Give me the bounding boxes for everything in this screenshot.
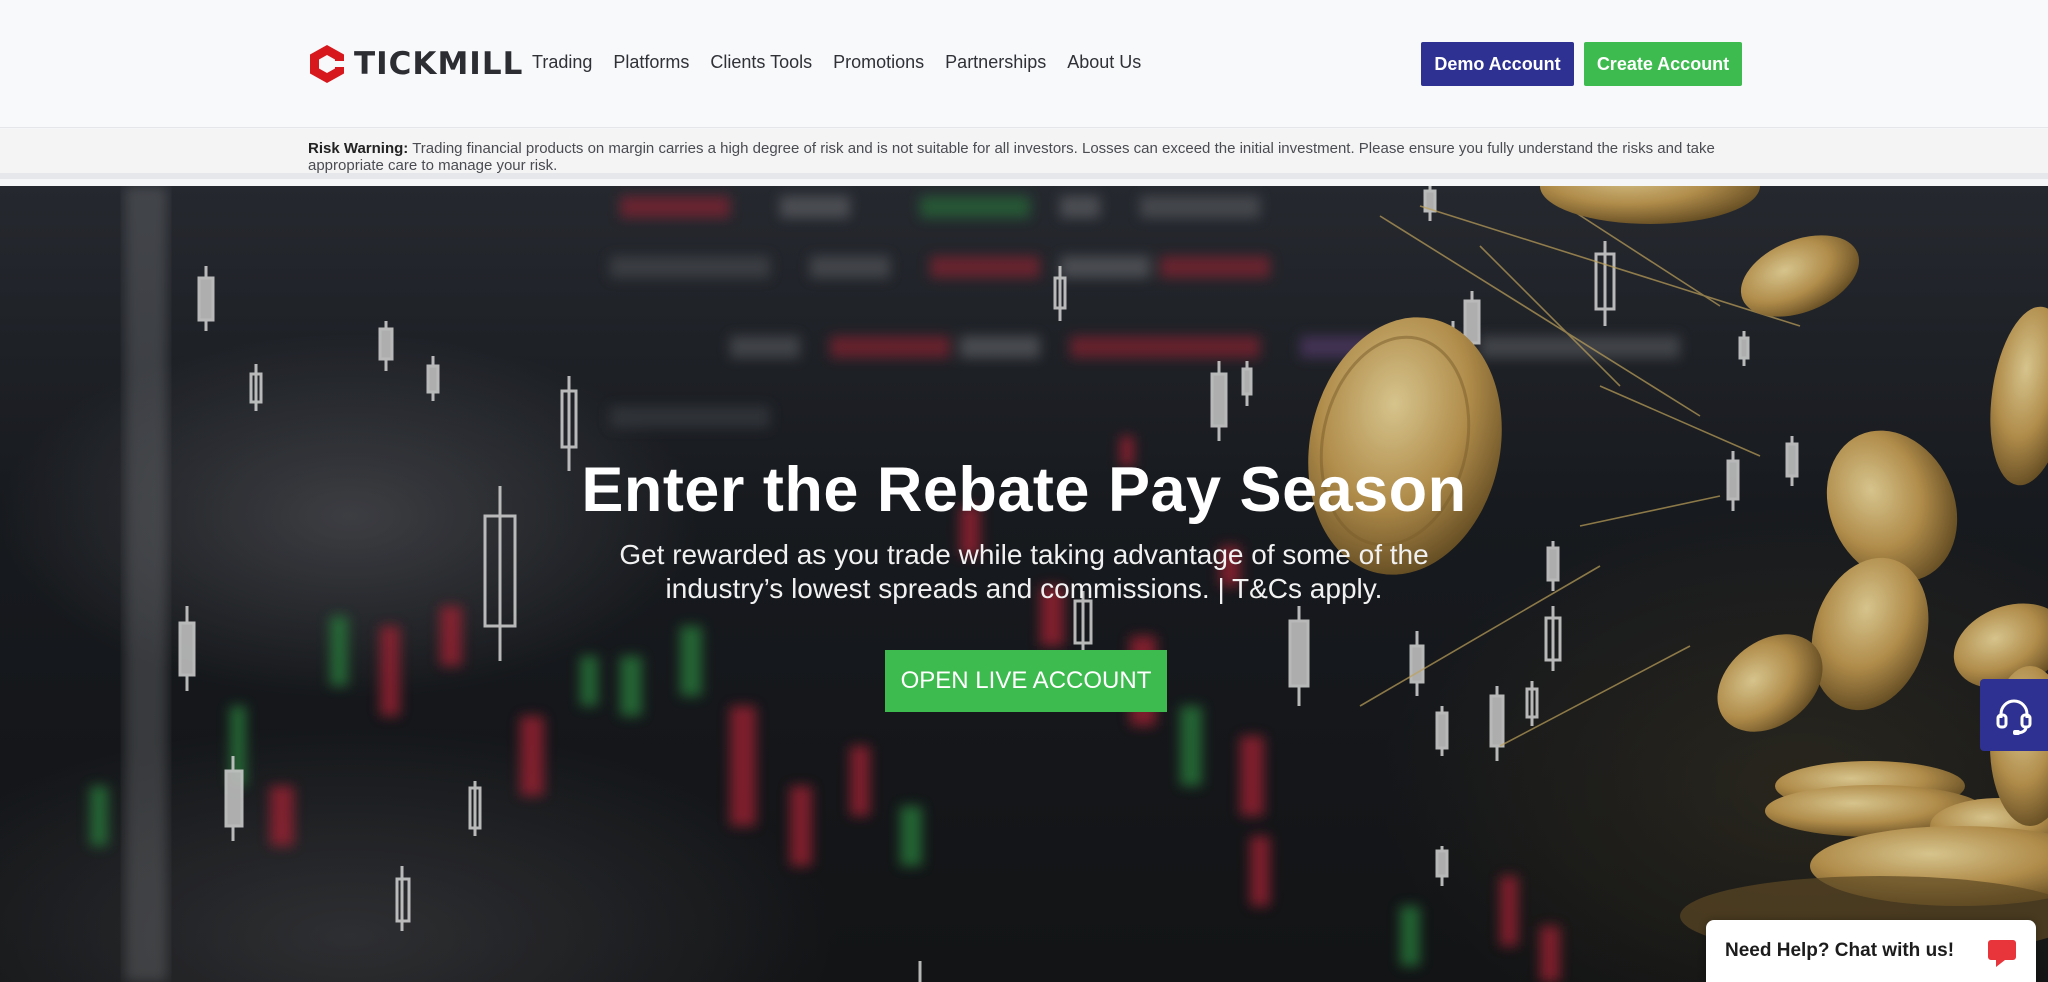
- help-sidebar-button[interactable]: [1980, 679, 2048, 751]
- nav-about-us[interactable]: About Us: [1067, 52, 1141, 73]
- nav-promotions[interactable]: Promotions: [833, 52, 924, 73]
- hero-subtitle: Get rewarded as you trade while taking a…: [619, 539, 1429, 604]
- demo-account-button[interactable]: Demo Account: [1421, 42, 1574, 86]
- tickmill-logo[interactable]: TICKMILL: [308, 44, 523, 84]
- risk-warning: Risk Warning: Trading financial products…: [308, 140, 1748, 174]
- nav-platforms[interactable]: Platforms: [613, 52, 689, 73]
- tickmill-logo-icon: [310, 45, 344, 83]
- hero-title: Enter the Rebate Pay Season: [581, 455, 1467, 525]
- chat-bubble-icon: [1988, 940, 2016, 967]
- open-live-account-button[interactable]: OPEN LIVE ACCOUNT: [885, 650, 1167, 712]
- risk-warning-bar: Risk Warning: Trading financial products…: [0, 129, 2048, 179]
- hero-banner: Enter the Rebate Pay Season Get rewarded…: [0, 186, 2048, 982]
- risk-warning-label: Risk Warning:: [308, 140, 409, 157]
- nav-partnerships[interactable]: Partnerships: [945, 52, 1046, 73]
- create-account-button[interactable]: Create Account: [1584, 42, 1742, 86]
- headset-icon: [1996, 699, 2032, 735]
- main-nav: Trading Platforms Clients Tools Promotio…: [532, 52, 1162, 73]
- chat-widget-button[interactable]: Need Help? Chat with us!: [1706, 920, 2036, 982]
- site-header: TICKMILL Trading Platforms Clients Tools…: [0, 0, 2048, 128]
- chat-label: Need Help? Chat with us!: [1725, 940, 1955, 961]
- nav-trading[interactable]: Trading: [532, 52, 592, 73]
- risk-warning-text: Trading financial products on margin car…: [308, 140, 1715, 174]
- nav-clients-tools[interactable]: Clients Tools: [710, 52, 812, 73]
- logo-text: TICKMILL: [354, 46, 524, 82]
